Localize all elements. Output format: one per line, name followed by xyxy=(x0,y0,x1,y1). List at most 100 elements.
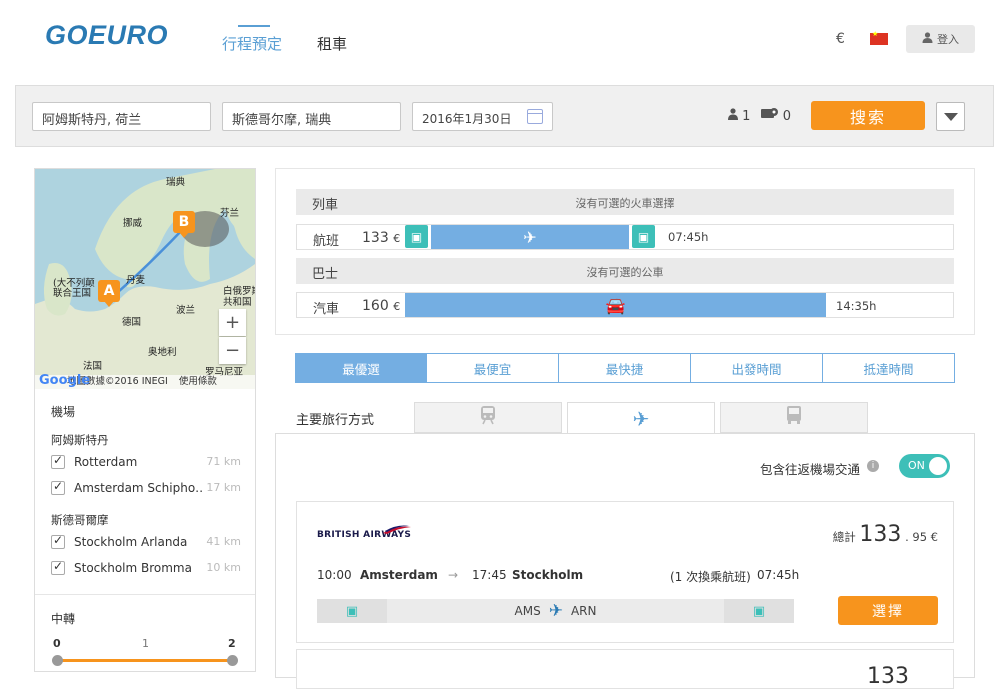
mode-tab-bus[interactable] xyxy=(720,402,868,433)
airport-name: Stockholm Arlanda xyxy=(74,535,188,549)
map-label-belarus: 白俄罗斯 共和国 xyxy=(223,286,255,308)
origin-city-label: 阿姆斯特丹 xyxy=(51,433,109,447)
plane-icon: ✈ xyxy=(523,227,537,247)
currency-selector[interactable]: € xyxy=(836,31,845,47)
checkbox[interactable] xyxy=(51,479,65,495)
train-unavailable-msg: 沒有可選的火車選擇 xyxy=(575,197,675,210)
checkbox[interactable] xyxy=(51,453,65,469)
arrive-time: 17:45 xyxy=(472,568,507,582)
nav-trip-booking[interactable]: 行程預定 xyxy=(222,33,282,54)
bus-unavailable-msg: 沒有可選的公車 xyxy=(586,266,664,279)
checkbox[interactable] xyxy=(51,559,65,575)
car-icon: 🚘 xyxy=(605,295,626,315)
select-button[interactable]: 選擇 xyxy=(838,596,938,625)
route-segment-bar: ▣ AMS ✈ ARN ▣ xyxy=(317,599,794,623)
bike-count: 0 xyxy=(782,109,791,124)
toggle-state: ON xyxy=(908,459,925,472)
sort-tab-fastest[interactable]: 最快捷 xyxy=(558,353,691,383)
map-label-finland: 芬兰 xyxy=(220,208,240,219)
search-button[interactable]: 搜索 xyxy=(811,101,925,130)
arrive-city: Stockholm xyxy=(512,568,584,582)
airport-distance: 41 km xyxy=(206,535,241,548)
top-header: GOEURO 行程預定 租車 € 登入 xyxy=(0,0,994,85)
nav-car-rental[interactable]: 租車 xyxy=(317,33,347,54)
flight-duration-bar[interactable]: ✈ xyxy=(431,225,629,249)
search-bar: 阿姆斯特丹, 荷兰 斯德哥尔摩, 瑞典 2016年1月30日 1 0 搜索 xyxy=(15,85,994,147)
airports-title: 機場 xyxy=(51,405,76,419)
summary-train-row: 列車 沒有可選的火車選擇 xyxy=(296,189,954,215)
adult-count: 1 xyxy=(742,109,751,124)
plane-icon: ✈ xyxy=(632,406,650,431)
person-icon xyxy=(728,108,742,124)
zoom-out-button[interactable]: − xyxy=(219,337,246,364)
airport-transfer-toggle[interactable]: ON xyxy=(899,454,950,478)
transfer-slider-min-handle[interactable] xyxy=(52,655,63,666)
flight-price: 133 € xyxy=(362,230,401,246)
login-button[interactable]: 登入 xyxy=(906,25,975,53)
mode-tab-train[interactable] xyxy=(414,402,562,433)
info-icon[interactable]: i xyxy=(867,460,879,472)
airport-transfer-icon: ▣ xyxy=(317,599,387,623)
transfer-tick-2: 2 xyxy=(228,637,236,650)
airport-distance: 71 km xyxy=(206,455,241,468)
airport-transfer-toggle-label: 包含往返機場交通 xyxy=(760,462,861,477)
sort-tab-departure[interactable]: 出發時間 xyxy=(690,353,823,383)
sort-tab-best[interactable]: 最優選 xyxy=(295,353,427,383)
china-flag-icon[interactable] xyxy=(870,30,888,45)
airport-transfer-icon: ▣ xyxy=(632,225,655,248)
date-input[interactable]: 2016年1月30日 xyxy=(412,102,553,131)
search-options-chevron-down-icon[interactable] xyxy=(936,102,965,131)
bike-icon xyxy=(760,108,783,124)
route-map[interactable]: 瑞典 挪威 芬兰 丹麦 (大不列颠 联合王国 白俄罗斯 共和国 德国 波兰 奥地… xyxy=(35,169,255,389)
map-label-germany: 德国 xyxy=(122,317,142,328)
mode-summary: 列車 沒有可選的火車選擇 航班 133 € ▣ ✈ ▣ 07:45h 巴士 沒有… xyxy=(275,168,975,335)
airport-transfer-icon: ▣ xyxy=(724,599,794,623)
airport-name: Amsterdam Schipho… xyxy=(74,481,202,495)
transfer-slider-track[interactable] xyxy=(57,659,233,662)
airport-filter-bromma[interactable]: Stockholm Bromma 10 km xyxy=(51,559,241,577)
stops-info: (1 次換乘航班) xyxy=(670,570,751,584)
airport-filter-schiphol[interactable]: Amsterdam Schipho… 17 km xyxy=(51,479,241,497)
transfer-tick-1: 1 xyxy=(142,637,149,650)
transfer-slider-max-handle[interactable] xyxy=(227,655,238,666)
sort-tab-arrival[interactable]: 抵達時間 xyxy=(822,353,955,383)
zoom-in-button[interactable]: + xyxy=(219,309,246,336)
airport-filter-rotterdam[interactable]: Rotterdam 71 km xyxy=(51,453,241,471)
price-main: 133 xyxy=(859,522,902,547)
checkbox[interactable] xyxy=(51,533,65,549)
mode-tab-flight[interactable]: ✈ xyxy=(567,402,715,434)
sort-tab-cheapest[interactable]: 最便宜 xyxy=(426,353,559,383)
flight-duration: 07:45h xyxy=(668,230,709,244)
map-label-austria: 奥地利 xyxy=(148,347,177,358)
car-duration: 14:35h xyxy=(836,299,877,313)
origin-input[interactable]: 阿姆斯特丹, 荷兰 xyxy=(32,102,211,131)
bus-icon xyxy=(785,405,803,430)
map-label-uk: (大不列颠 联合王国 xyxy=(53,278,95,299)
transfer-title: 中轉 xyxy=(51,612,76,626)
price-currency: € xyxy=(930,530,938,544)
airport-distance: 17 km xyxy=(206,481,241,494)
total-price: 總計 133 . 95 € xyxy=(833,522,938,547)
active-nav-indicator xyxy=(238,25,270,27)
total-label: 總計 xyxy=(832,530,856,544)
car-duration-bar[interactable]: 🚘 xyxy=(405,293,826,317)
flight-segment: AMS ✈ ARN xyxy=(387,599,724,623)
to-airport-code: ARN xyxy=(570,604,597,618)
goeuro-logo[interactable]: GOEURO xyxy=(45,20,168,51)
depart-city: Amsterdam xyxy=(360,568,438,582)
result-card[interactable]: BRITISH AIRWAYS 總計 133 . 95 € 10:00 Amst… xyxy=(296,501,954,643)
passenger-selector[interactable]: 1 0 xyxy=(728,108,791,124)
result-card[interactable]: 133 xyxy=(296,649,954,689)
destination-input[interactable]: 斯德哥尔摩, 瑞典 xyxy=(222,102,401,131)
price-main: 133 xyxy=(867,664,909,689)
summary-bus-row: 巴士 沒有可選的公車 xyxy=(296,258,954,284)
flight-label: 航班 xyxy=(313,234,340,249)
pin-a-icon[interactable]: A xyxy=(98,280,120,307)
summary-car-row[interactable]: 汽車 160 € 🚘 14:35h xyxy=(296,292,954,318)
airline-speedmarque-icon xyxy=(383,525,411,534)
map-label-poland: 波兰 xyxy=(176,305,196,316)
summary-flight-row[interactable]: 航班 133 € ▣ ✈ ▣ 07:45h xyxy=(296,224,954,250)
pin-b-icon[interactable]: B xyxy=(173,211,195,238)
map-terms-link[interactable]: 使用條款 xyxy=(179,376,217,387)
airport-filter-arlanda[interactable]: Stockholm Arlanda 41 km xyxy=(51,533,241,551)
